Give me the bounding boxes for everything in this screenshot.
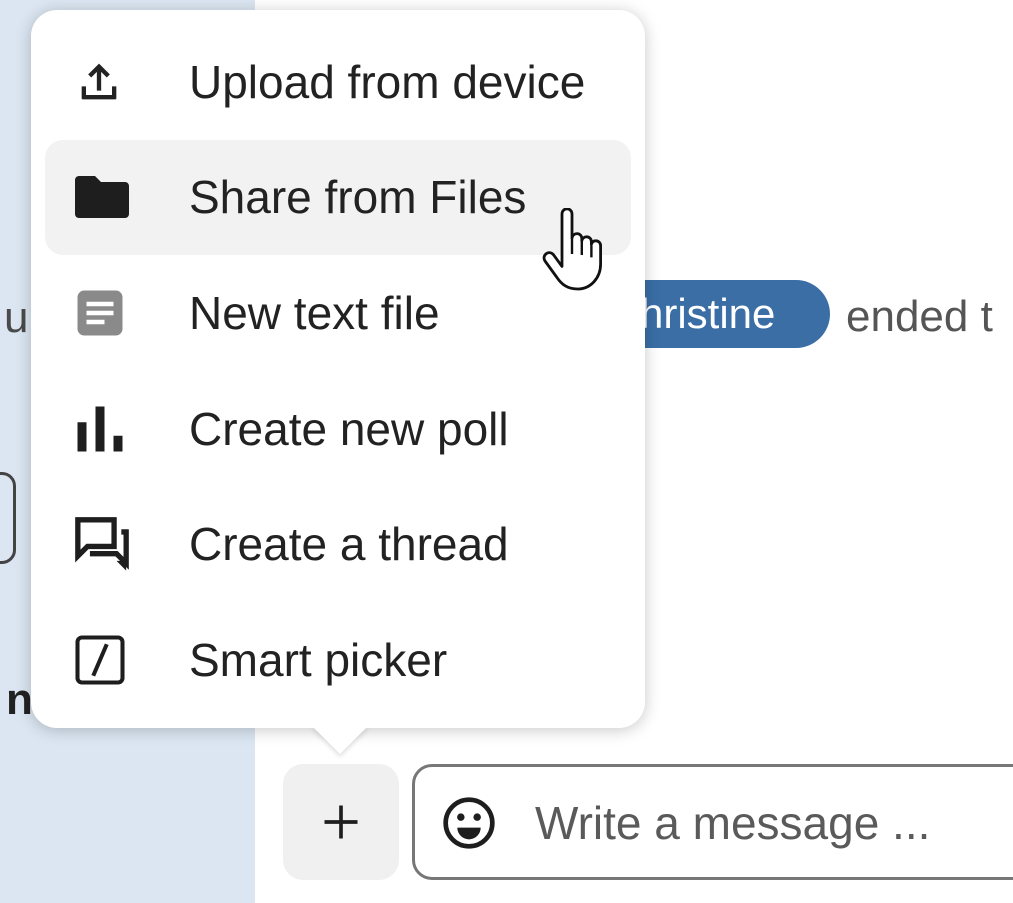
add-attachment-button[interactable] — [283, 764, 399, 880]
mention-label: hristine — [640, 290, 776, 337]
thread-icon — [73, 514, 133, 574]
emoji-icon — [443, 797, 495, 849]
smart-picker-icon — [73, 630, 133, 690]
menu-item-label: New text file — [189, 286, 440, 339]
menu-item-upload-from-device[interactable]: Upload from device — [45, 24, 631, 140]
background-text-fragment: n — [6, 675, 33, 724]
menu-item-create-a-thread[interactable]: Create a thread — [45, 486, 631, 602]
background-text-fragment: u — [4, 293, 29, 342]
popover-arrow — [312, 726, 368, 754]
system-message-text: ended t — [846, 292, 993, 341]
hand-cursor-icon — [542, 208, 602, 291]
message-input[interactable] — [533, 767, 1013, 879]
upload-icon — [73, 52, 133, 112]
menu-item-label: Create new poll — [189, 402, 509, 455]
attachment-menu-list: Upload from device Share from Files New … — [31, 10, 645, 732]
message-composer — [412, 764, 1013, 880]
menu-item-create-new-poll[interactable]: Create new poll — [45, 371, 631, 487]
menu-item-label: Create a thread — [189, 518, 509, 571]
text-file-icon — [73, 283, 133, 343]
poll-icon — [73, 399, 133, 459]
attachment-menu: Upload from device Share from Files New … — [31, 10, 645, 728]
menu-item-label: Share from Files — [189, 171, 527, 224]
emoji-button[interactable] — [441, 795, 497, 851]
menu-item-label: Upload from device — [189, 55, 586, 108]
sidebar-toggle[interactable] — [0, 472, 16, 564]
folder-icon — [73, 167, 133, 227]
menu-item-label: Smart picker — [189, 633, 448, 686]
menu-item-smart-picker[interactable]: Smart picker — [45, 602, 631, 718]
plus-icon — [324, 805, 358, 839]
